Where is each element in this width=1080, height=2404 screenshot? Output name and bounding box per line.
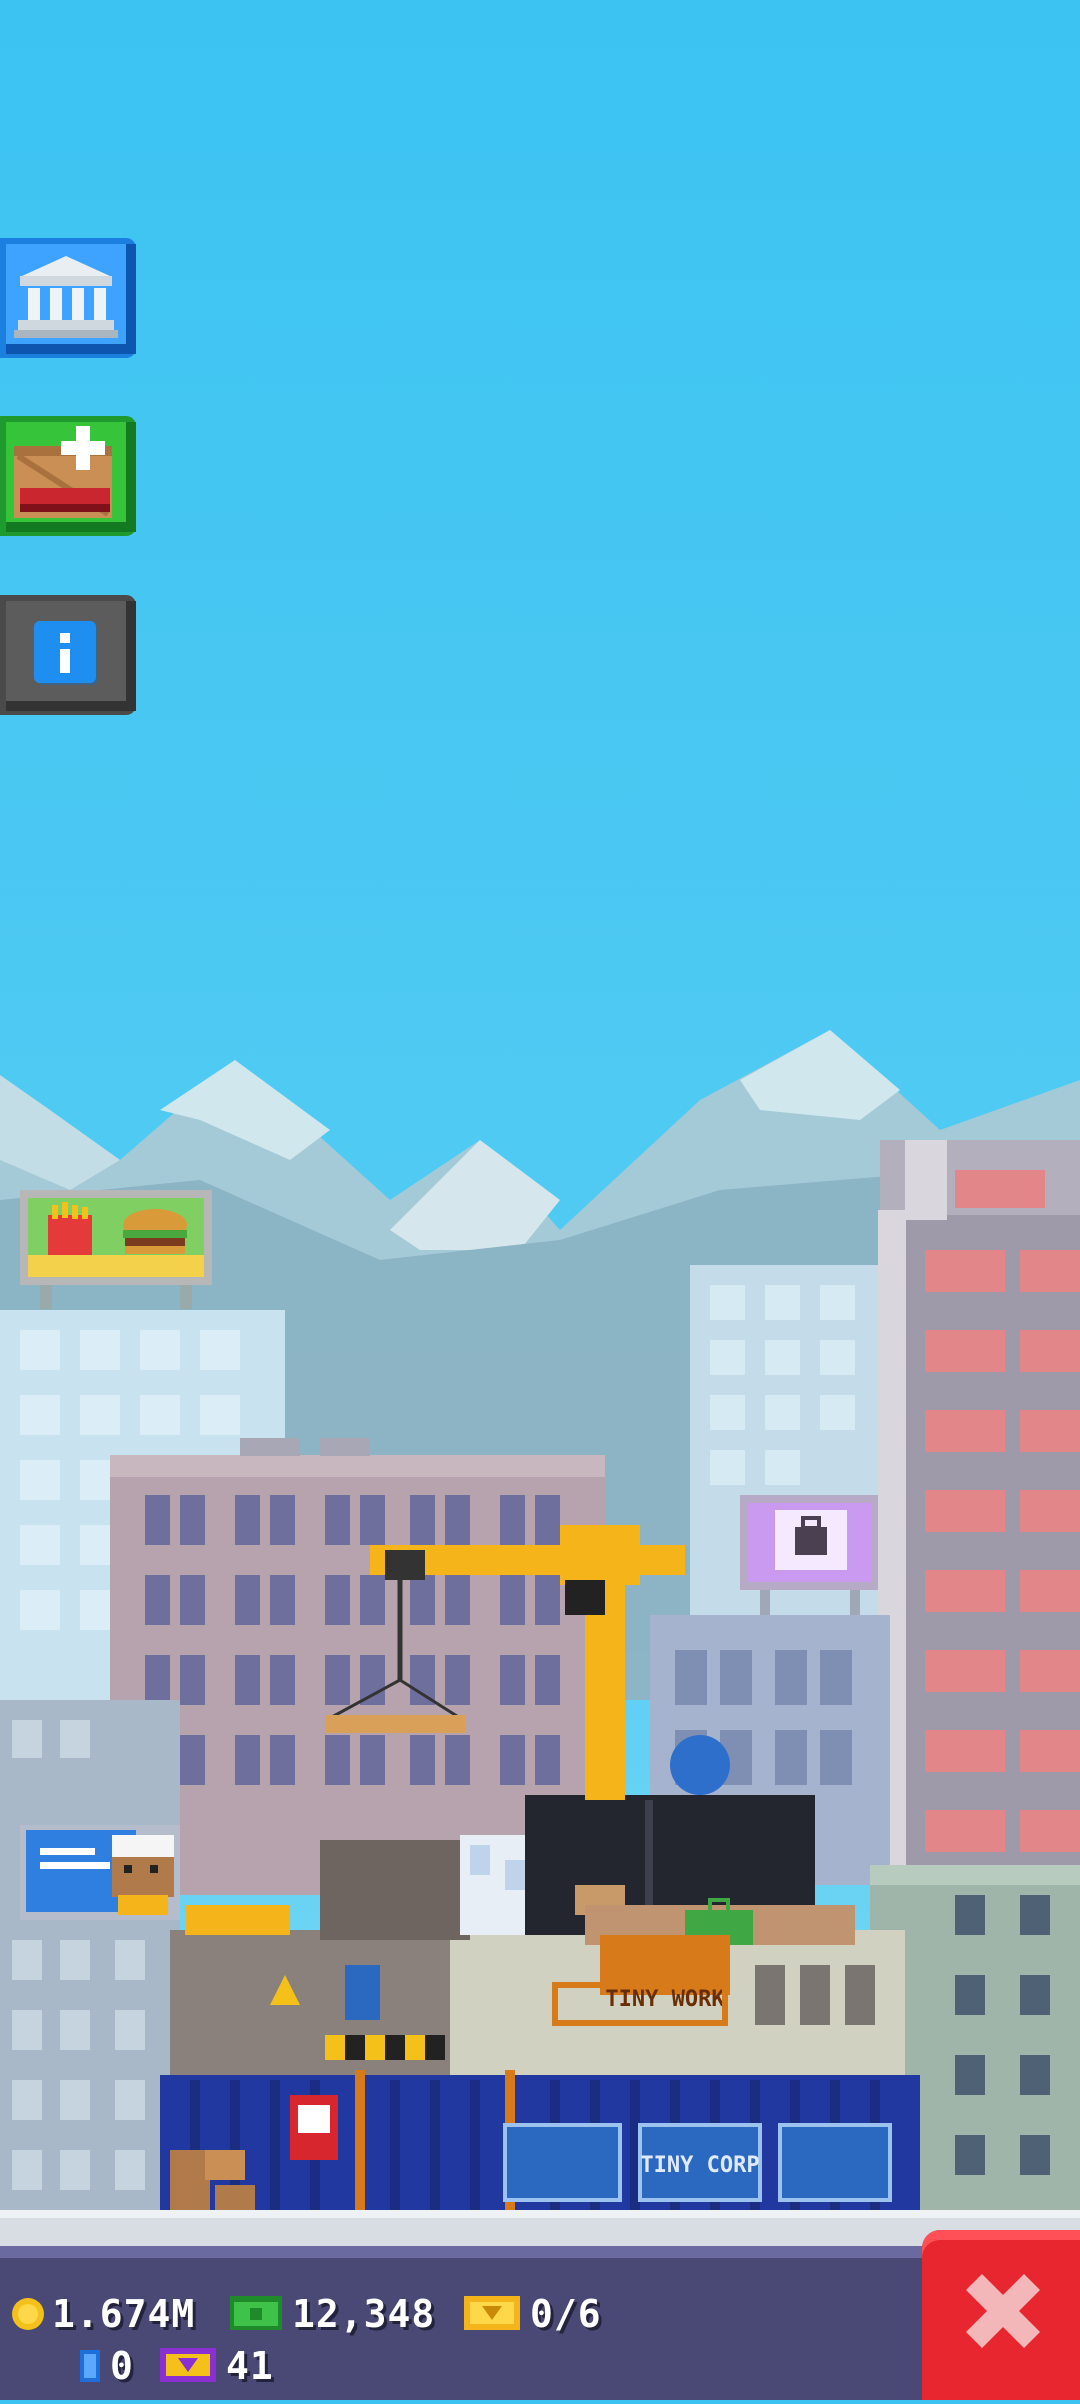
status-bar: 1.674M 12,348 0/6 0 41 xyxy=(0,2246,1080,2400)
close-icon xyxy=(966,2274,1040,2348)
status-bar-stripe xyxy=(0,2246,1080,2258)
bux-value: 12,348 xyxy=(292,2292,436,2336)
background-building-low-left xyxy=(0,1700,180,2220)
tower-button[interactable] xyxy=(0,238,136,358)
vip-progress-value: 0/6 xyxy=(530,2292,602,2336)
ticket-icon xyxy=(80,2350,100,2382)
vip-ticket-icon xyxy=(464,2296,520,2330)
background-building-right-tower xyxy=(878,1140,1080,1870)
fence-sign-text: TINY CORP xyxy=(640,2153,759,2178)
store-button[interactable] xyxy=(0,416,136,536)
info-icon xyxy=(34,621,98,685)
bux-icon xyxy=(230,2296,282,2330)
billboard-chef-ad xyxy=(20,1825,180,1920)
tickets-value: 0 xyxy=(110,2344,134,2388)
construction-sign-text: TINY WORK xyxy=(605,1987,725,2012)
construction-fence: TINY CORP xyxy=(160,2070,920,2215)
coin-icon xyxy=(12,2298,44,2330)
game-scene: TINY WORK TINY CORP xyxy=(0,0,1080,2400)
coins-value: 1.674M xyxy=(52,2292,196,2336)
tower-points-value: 41 xyxy=(226,2344,274,2388)
info-button[interactable] xyxy=(0,595,136,715)
close-button[interactable] xyxy=(922,2230,1080,2400)
tower-points-icon xyxy=(160,2348,216,2382)
